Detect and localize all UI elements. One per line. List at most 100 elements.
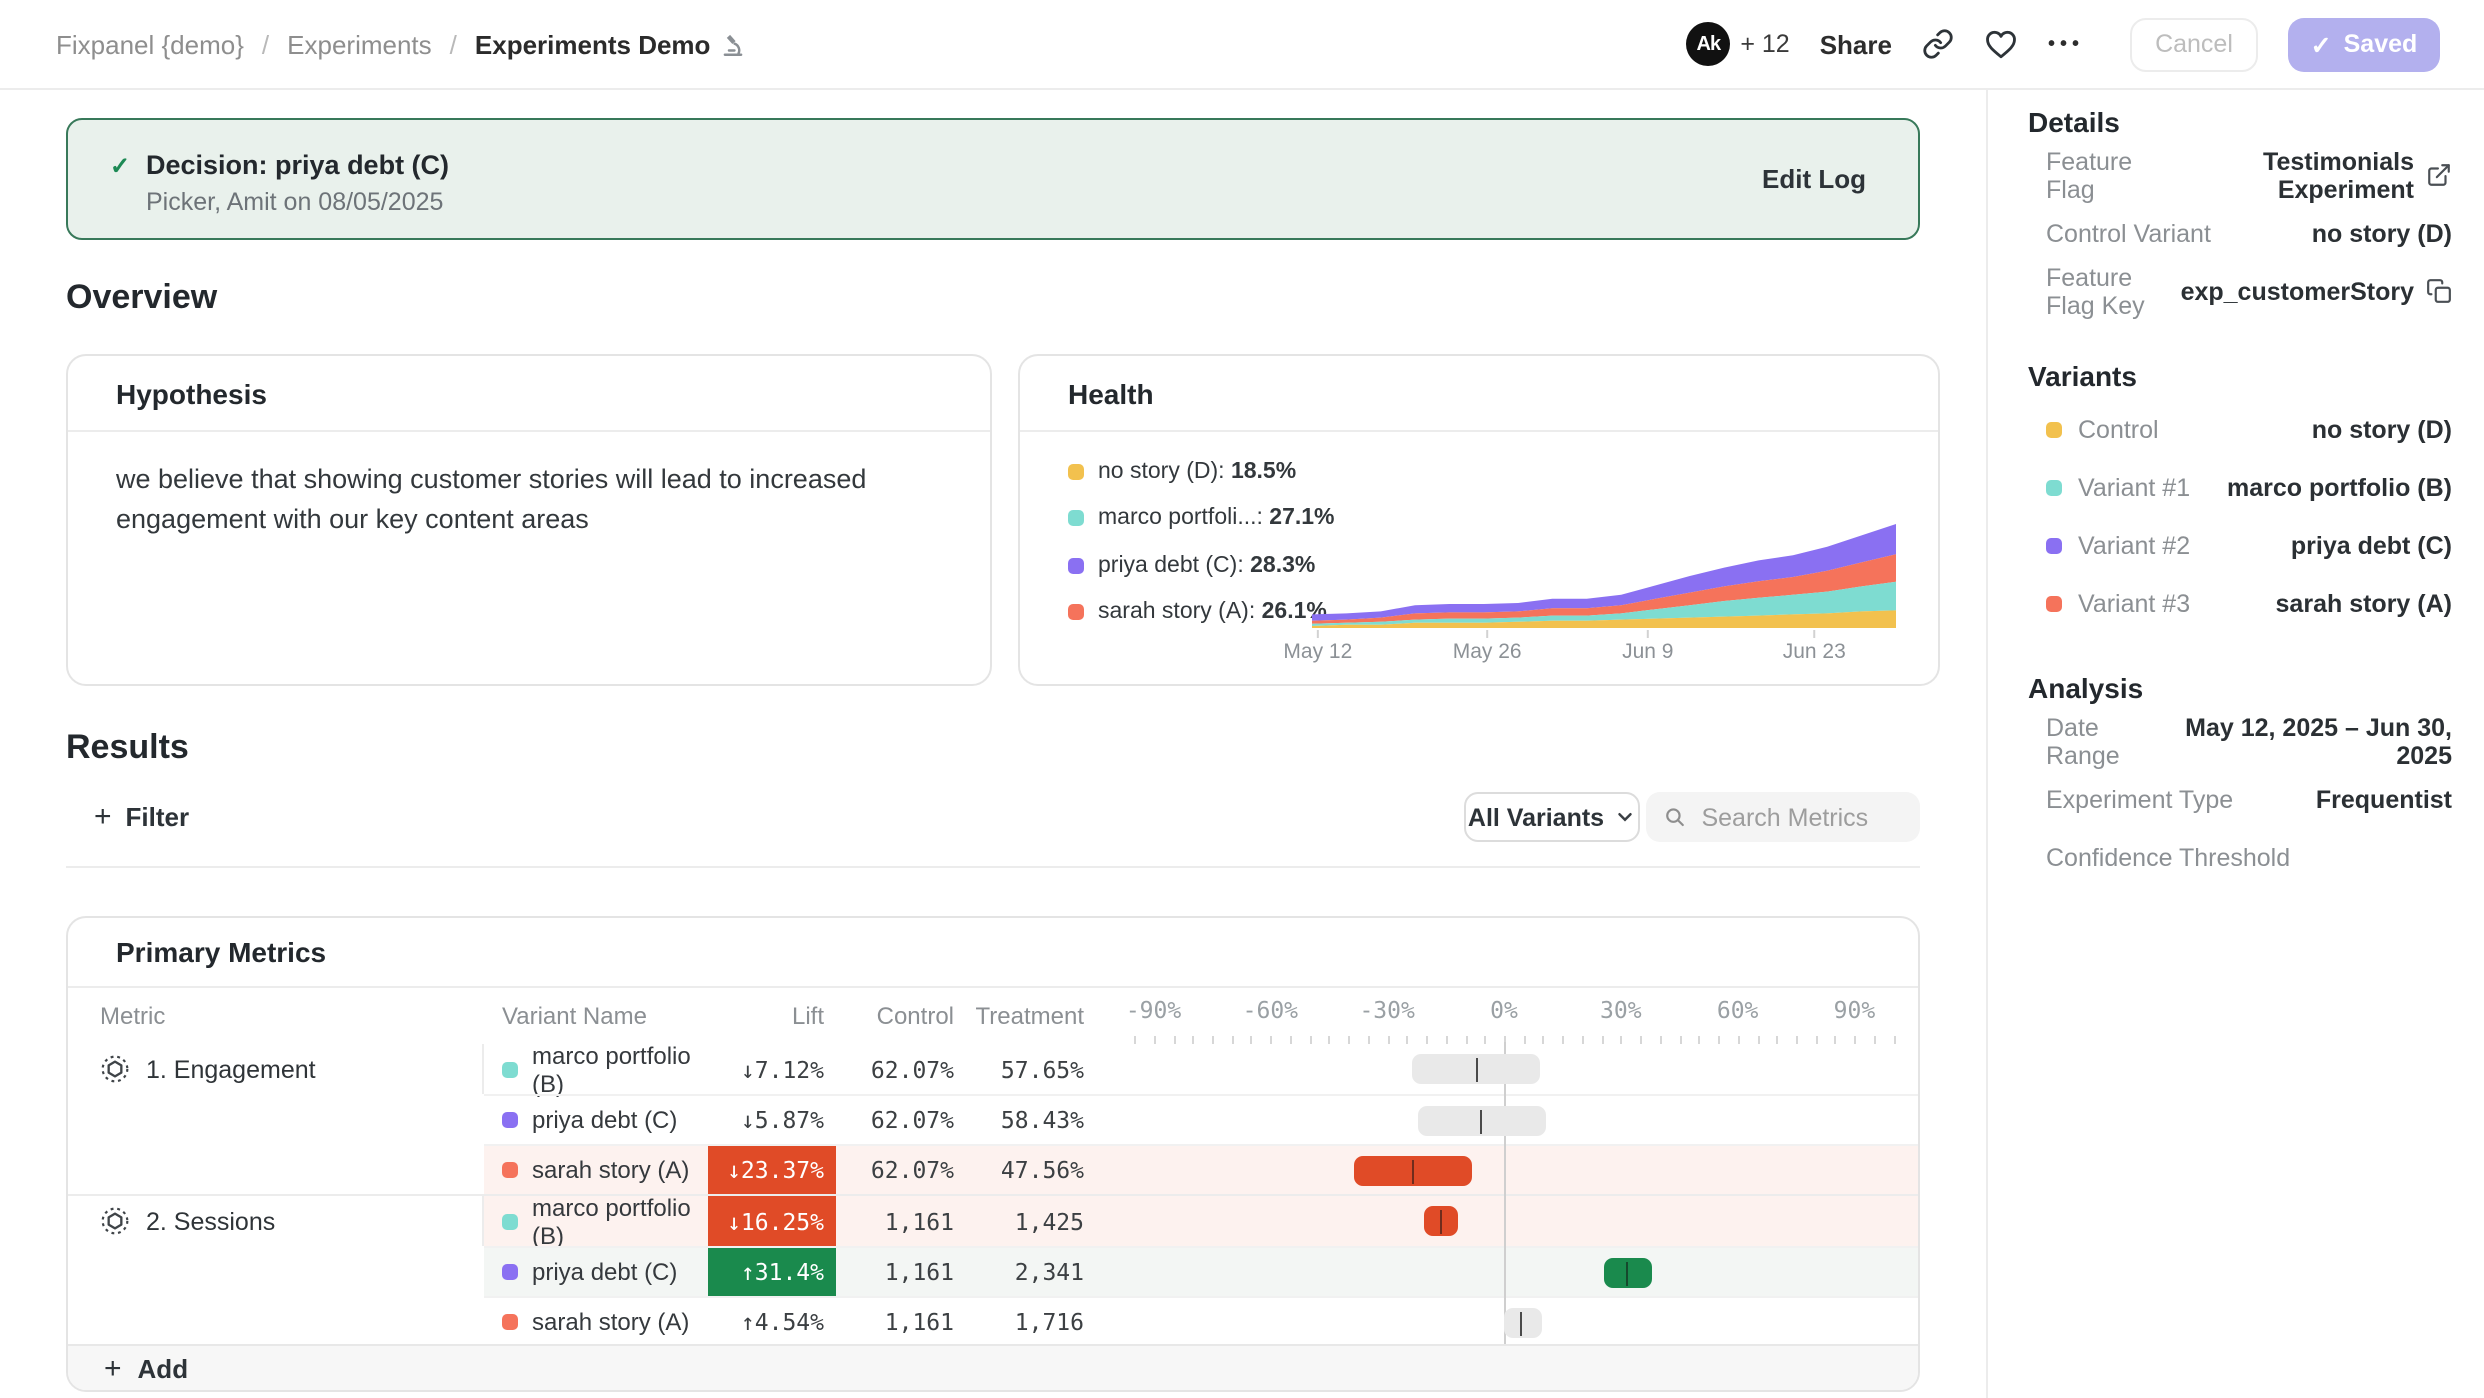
ci-ruler-tick [1231, 1035, 1233, 1044]
hypothesis-card-title: Hypothesis [68, 356, 990, 432]
ci-axis-label: -90% [1126, 988, 1181, 1034]
breadcrumb-experiments[interactable]: Experiments [287, 29, 432, 59]
saved-button[interactable]: ✓ Saved [2288, 17, 2440, 71]
sidebar-row: Variant #3sarah story (A) [2028, 574, 2452, 632]
zero-baseline [1504, 1042, 1506, 1344]
metric-name: 1. Engagement [146, 1055, 316, 1083]
legend-color-chip [1068, 510, 1084, 526]
table-row[interactable]: sarah story (A)↑4.54%1,1611,716 [484, 1296, 1918, 1346]
favorite-heart-icon[interactable] [1984, 28, 2018, 60]
ci-ruler-tick [1407, 1035, 1409, 1044]
ci-ruler-tick [1192, 1035, 1194, 1044]
sidebar-value-text: no story (D) [2312, 415, 2452, 443]
legend-label: no story (D): 18.5% [1098, 459, 1296, 483]
sidebar-value-text: Testimonials Experiment [2167, 147, 2414, 203]
sidebar-value-text: exp_customerStory [2181, 277, 2414, 305]
ci-ruler-tick [1854, 1035, 1856, 1044]
gauge-icon [100, 1054, 130, 1084]
variant-cell: marco portfolio (B) [484, 1196, 708, 1246]
ci-ruler-tick [1329, 1035, 1331, 1044]
edit-log-link[interactable]: Edit Log [1762, 164, 1866, 194]
filter-label: Filter [126, 802, 190, 832]
sidebar-row-value: Frequentist [2316, 785, 2452, 813]
add-filter-button[interactable]: + Filter [94, 792, 189, 842]
ci-cell [1084, 1044, 1918, 1094]
control-value: 62.07% [836, 1146, 954, 1194]
ci-ruler-tick [1835, 1035, 1837, 1044]
copy-wrapper[interactable] [2426, 278, 2452, 304]
treatment-value: 57.65% [954, 1044, 1084, 1094]
treatment-value: 47.56% [954, 1146, 1084, 1194]
ci-cell [1084, 1298, 1918, 1346]
ci-mean-tick [1625, 1261, 1627, 1285]
legend-item: priya debt (C): 28.3% [1068, 554, 1335, 576]
copy-link-icon[interactable] [1922, 28, 1954, 60]
metric-cell: 1. Engagement [68, 1044, 484, 1094]
add-metric-button[interactable]: + Add [68, 1344, 1918, 1390]
ci-ruler-tick [1718, 1035, 1720, 1044]
decision-banner: ✓ Decision: priya debt (C) Picker, Amit … [66, 118, 1920, 240]
ci-ruler-tick [1582, 1035, 1584, 1044]
ci-ruler-tick [1173, 1035, 1175, 1044]
ci-ruler-tick [1426, 1035, 1428, 1044]
variant-name: marco portfolio (B) [532, 1041, 708, 1097]
variant-name: sarah story (A) [532, 1308, 689, 1336]
metric-group: 1. Engagement marco portfolio (B)↓7.12%62… [68, 1044, 1918, 1194]
variant-color-chip [502, 1264, 518, 1280]
sidebar-row: Date RangeMay 12, 2025 – Jun 30, 2025 [2028, 712, 2452, 770]
sidebar-label-text: Variant #1 [2078, 473, 2190, 501]
col-header-metric: Metric [68, 988, 484, 1044]
table-row[interactable]: marco portfolio (B)↓7.12%62.07%57.65% [484, 1044, 1918, 1094]
ci-ruler-tick [1212, 1035, 1214, 1044]
more-menu-icon[interactable]: ••• [2048, 33, 2084, 55]
external-link-icon[interactable] [2426, 162, 2452, 188]
collaborator-count[interactable]: + 12 [1740, 30, 1789, 58]
sidebar-row-label: Date Range [2028, 713, 2163, 769]
table-row[interactable]: priya debt (C)↑31.4%1,1612,341 [484, 1246, 1918, 1296]
details-sidebar: Details Feature FlagTestimonials Experim… [1986, 90, 2484, 1398]
app-window: Fixpanel {demo} / Experiments / Experime… [0, 0, 2484, 1398]
ci-ruler-tick [1348, 1035, 1350, 1044]
control-value: 62.07% [836, 1096, 954, 1144]
variant-color-chip [502, 1213, 518, 1229]
sidebar-row-value: priya debt (C) [2291, 531, 2452, 559]
primary-metrics-card: Primary Metrics Metric Variant Name Lift… [66, 916, 1920, 1392]
legend-label: priya debt (C): 28.3% [1098, 553, 1315, 577]
ci-mean-tick [1412, 1159, 1414, 1183]
lift-cell: ↑4.54% [708, 1298, 836, 1346]
control-value: 1,161 [836, 1248, 954, 1296]
metric-cell: 2. Sessions [68, 1196, 484, 1246]
treatment-value: 1,716 [954, 1298, 1084, 1346]
treatment-value: 2,341 [954, 1248, 1084, 1296]
variant-name: sarah story (A) [532, 1156, 689, 1184]
avatar[interactable]: Ak [1686, 22, 1730, 66]
sidebar-label-text: Confidence Threshold [2046, 843, 2290, 871]
table-row[interactable]: marco portfolio (B)↓16.25%1,1611,425 [484, 1196, 1918, 1246]
ci-ruler-tick [1796, 1035, 1798, 1044]
ci-cell [1084, 1196, 1918, 1246]
health-card: Health no story (D): 18.5%marco portfoli… [1018, 354, 1940, 686]
variants-dropdown[interactable]: All Variants [1464, 792, 1640, 842]
table-row[interactable]: sarah story (A)↓23.37%62.07%47.56% [484, 1144, 1918, 1194]
search-icon [1664, 804, 1685, 830]
breadcrumb-project[interactable]: Fixpanel {demo} [56, 29, 244, 59]
variant-color-chip [2046, 595, 2062, 611]
share-button[interactable]: Share [1820, 29, 1892, 59]
metric-name: 2. Sessions [146, 1207, 275, 1235]
sidebar-row: Controlno story (D) [2028, 400, 2452, 458]
health-card-title: Health [1020, 356, 1938, 432]
ci-bar [1413, 1054, 1541, 1084]
cancel-button[interactable]: Cancel [2130, 17, 2258, 71]
top-bar: Fixpanel {demo} / Experiments / Experime… [0, 0, 2484, 90]
analysis-rows: Date RangeMay 12, 2025 – Jun 30, 2025 Exp… [2028, 712, 2452, 886]
ci-ruler-tick [1679, 1035, 1681, 1044]
sidebar-row: Control Variantno story (D) [2028, 204, 2452, 262]
search-metrics-input[interactable] [1697, 801, 1902, 833]
x-axis-label: May 26 [1453, 640, 1522, 663]
table-row[interactable]: priya debt (C)↓5.87%62.07%58.43% [484, 1094, 1918, 1144]
ci-ruler-tick [1387, 1035, 1389, 1044]
copy-icon[interactable] [2426, 278, 2452, 304]
sidebar-row-label: Experiment Type [2028, 785, 2233, 813]
sidebar-value-text: sarah story (A) [2276, 589, 2452, 617]
external-link-wrapper[interactable] [2426, 162, 2452, 188]
